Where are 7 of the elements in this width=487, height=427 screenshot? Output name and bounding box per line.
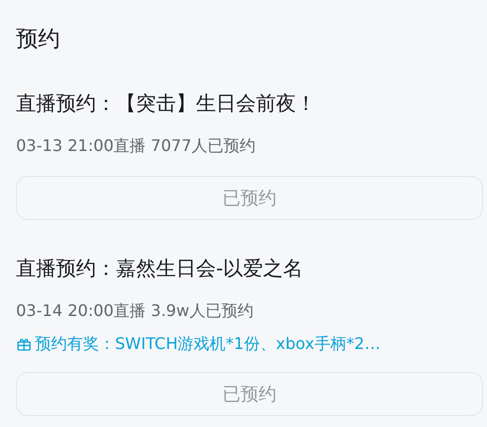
event-info: 03-14 20:00直播 3.9w人已预约 <box>16 300 254 322</box>
event-title: 直播预约：【突击】生日会前夜！ <box>16 90 317 117</box>
gift-icon <box>16 336 32 352</box>
prize-link[interactable]: 预约有奖：SWITCH游戏机*1份、xbox手柄*2… <box>35 332 380 356</box>
event-title: 直播预约：嘉然生日会-以爱之名 <box>16 255 304 282</box>
event-info: 03-13 21:00直播 7077人已预约 <box>16 135 256 157</box>
section-heading: 预约 <box>16 26 61 54</box>
